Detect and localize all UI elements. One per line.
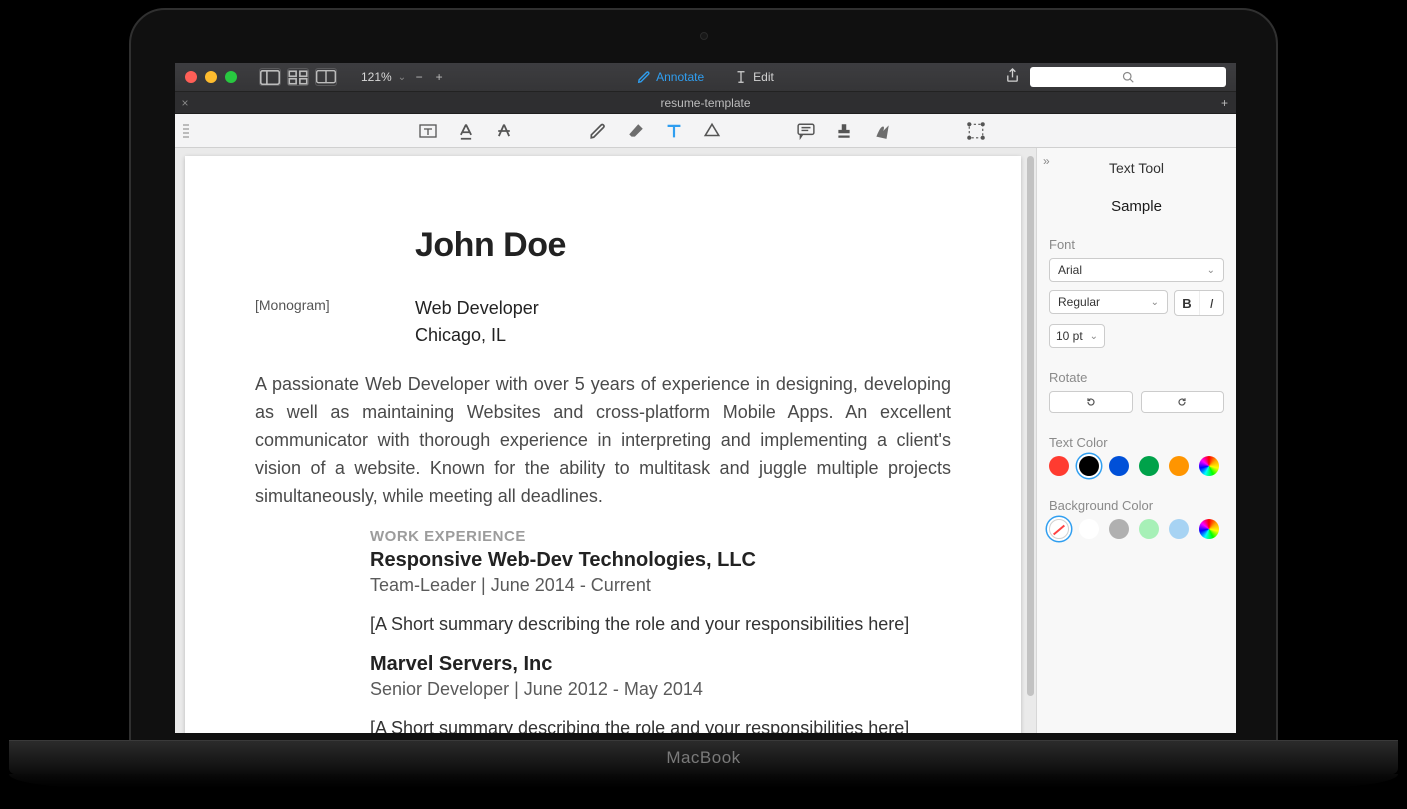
fullscreen-window-button[interactable] (225, 71, 237, 83)
job-role: Team-Leader | June 2014 - Current (370, 575, 951, 596)
share-icon[interactable] (1005, 68, 1020, 86)
search-icon (1122, 71, 1134, 83)
bg-color-swatch[interactable] (1079, 519, 1099, 539)
laptop-frame: 121% ⌄ − + Annotate Edit (129, 8, 1278, 788)
titlebar-right (1005, 67, 1226, 87)
bg-color-swatch[interactable] (1109, 519, 1129, 539)
text-tool[interactable] (663, 122, 685, 140)
stamp-tool[interactable] (833, 122, 855, 140)
vertical-scrollbar[interactable] (1027, 156, 1034, 696)
zoom-control: 121% ⌄ − + (361, 70, 446, 84)
text-color-swatch[interactable] (1169, 456, 1189, 476)
rotate-ccw-button[interactable] (1049, 391, 1133, 413)
text-color-swatch[interactable] (1109, 456, 1129, 476)
panel-title: Text Tool (1049, 160, 1224, 176)
job-entry: Marvel Servers, Inc Senior Developer | J… (370, 653, 951, 733)
resume-subhead: Web Developer Chicago, IL (415, 295, 539, 349)
job-entry: Responsive Web-Dev Technologies, LLC Tea… (370, 549, 951, 635)
sample-preview: Sample (1049, 198, 1224, 215)
document-page[interactable]: John Doe [Monogram] Web Developer Chicag… (185, 156, 1021, 733)
tab-title: resume-template (175, 96, 1236, 110)
window-titlebar: 121% ⌄ − + Annotate Edit (175, 63, 1236, 92)
font-size-select[interactable]: 10 pt ⌄ (1049, 324, 1105, 348)
text-color-swatch[interactable] (1139, 456, 1159, 476)
document-viewport: John Doe [Monogram] Web Developer Chicag… (175, 148, 1036, 733)
zoom-in-button[interactable]: + (432, 70, 446, 84)
bg-color-swatch[interactable] (1139, 519, 1159, 539)
monogram-placeholder: [Monogram] (255, 295, 415, 349)
chevron-down-icon: ⌄ (1207, 265, 1215, 276)
text-underline-tool[interactable] (455, 122, 477, 140)
resume-name: John Doe (415, 226, 951, 265)
font-label: Font (1049, 237, 1224, 252)
annotate-label: Annotate (656, 70, 704, 84)
bold-toggle[interactable]: B (1175, 291, 1199, 315)
laptop-foot (9, 774, 1398, 788)
edit-label: Edit (753, 70, 774, 84)
text-color-color-picker[interactable] (1199, 456, 1219, 476)
chevron-down-icon: ⌄ (1090, 331, 1098, 342)
rotate-label: Rotate (1049, 370, 1224, 385)
app-window: 121% ⌄ − + Annotate Edit (175, 63, 1236, 733)
bg-color-swatch[interactable] (1169, 519, 1189, 539)
thumbnails-view-button[interactable] (287, 68, 309, 86)
chevron-down-icon: ⌄ (398, 72, 406, 83)
style-toggle-group: B I (1174, 290, 1224, 316)
split-view-button[interactable] (315, 68, 337, 86)
zoom-level[interactable]: 121% (361, 70, 392, 84)
rotate-cw-button[interactable] (1141, 391, 1225, 413)
font-family-select[interactable]: Arial ⌄ (1049, 258, 1224, 282)
tab-bar: × resume-template + (175, 92, 1236, 114)
text-color-swatch[interactable] (1079, 456, 1099, 476)
italic-toggle[interactable]: I (1199, 291, 1223, 315)
close-window-button[interactable] (185, 71, 197, 83)
minimize-window-button[interactable] (205, 71, 217, 83)
webcam (700, 32, 708, 40)
chevron-down-icon: ⌄ (1151, 297, 1159, 308)
laptop-base: MacBook (9, 740, 1398, 788)
text-strike-tool[interactable] (493, 122, 515, 140)
signature-tool[interactable] (871, 122, 893, 140)
job-company: Marvel Servers, Inc (370, 653, 951, 676)
bg-color-swatches (1049, 519, 1224, 539)
text-color-swatches (1049, 456, 1224, 476)
job-description: [A Short summary describing the role and… (370, 718, 951, 733)
sidebar-toggle-button[interactable] (259, 68, 281, 86)
font-size-value: 10 pt (1056, 329, 1083, 343)
pencil-tool[interactable] (587, 122, 609, 140)
bg-color-swatch[interactable] (1049, 519, 1069, 539)
note-tool[interactable] (795, 122, 817, 140)
annotate-mode-button[interactable]: Annotate (637, 70, 704, 84)
laptop-branding: MacBook (9, 740, 1398, 774)
job-role: Senior Developer | June 2012 - May 2014 (370, 679, 951, 700)
font-family-value: Arial (1058, 263, 1082, 277)
font-weight-value: Regular (1058, 295, 1100, 309)
bgcolor-label: Background Color (1049, 498, 1224, 513)
shape-tool[interactable] (701, 122, 723, 140)
zoom-out-button[interactable]: − (412, 70, 426, 84)
window-controls (185, 71, 237, 83)
textcolor-label: Text Color (1049, 435, 1224, 450)
section-work-heading: WORK EXPERIENCE (370, 528, 951, 545)
screen-bezel: 121% ⌄ − + Annotate Edit (129, 8, 1278, 748)
edit-mode-button[interactable]: Edit (734, 70, 774, 84)
resume-job-title: Web Developer (415, 295, 539, 322)
selection-tool[interactable] (965, 122, 987, 140)
search-input[interactable] (1030, 67, 1226, 87)
eraser-tool[interactable] (625, 122, 647, 140)
bg-color-color-picker[interactable] (1199, 519, 1219, 539)
annotation-toolbar (175, 114, 1236, 148)
text-box-tool[interactable] (417, 122, 439, 140)
resume-location: Chicago, IL (415, 322, 539, 349)
resume-summary: A passionate Web Developer with over 5 y… (255, 371, 951, 510)
toolbar-grip-icon (183, 124, 189, 138)
collapse-panel-button[interactable]: » (1043, 154, 1050, 168)
inspector-panel: » Text Tool Sample Font Arial ⌄ Regular … (1036, 148, 1236, 733)
font-weight-select[interactable]: Regular ⌄ (1049, 290, 1168, 314)
job-description: [A Short summary describing the role and… (370, 614, 951, 635)
view-buttons (259, 68, 337, 86)
job-company: Responsive Web-Dev Technologies, LLC (370, 549, 951, 572)
text-color-swatch[interactable] (1049, 456, 1069, 476)
